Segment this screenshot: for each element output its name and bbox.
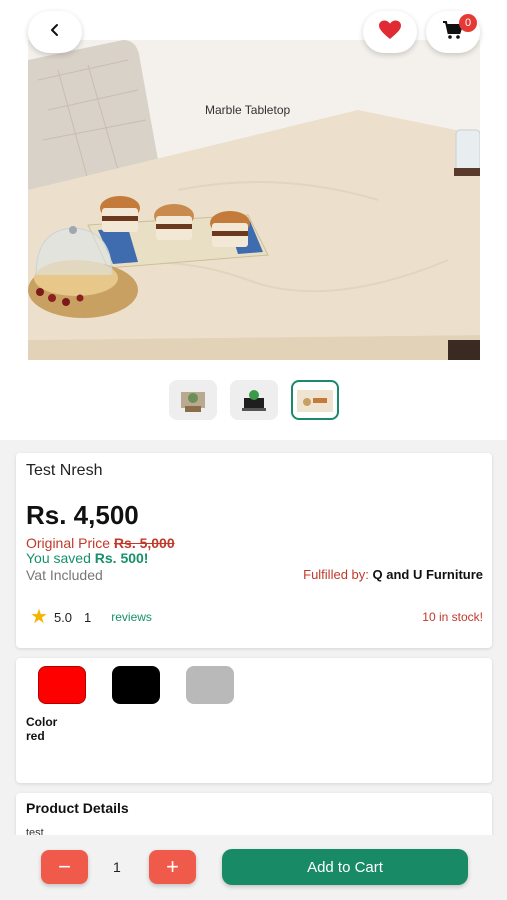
savings-amount: Rs. 500! — [94, 550, 149, 566]
savings-label: You saved — [26, 550, 95, 566]
original-price-value: Rs. 5,000 — [113, 535, 175, 551]
rating-value: 5.0 — [53, 609, 73, 625]
color-swatch-black[interactable] — [112, 666, 160, 704]
original-price-label: Original Price — [26, 535, 114, 551]
photo-caption: Marble Tabletop — [205, 103, 291, 117]
thumbnail-3[interactable] — [290, 380, 339, 420]
favorite-button[interactable] — [363, 11, 417, 53]
thumbnail-1[interactable] — [168, 380, 217, 420]
thumbnail-strip — [0, 380, 507, 420]
stock-status: 10 in stock! — [422, 610, 483, 624]
selected-color-label: Color red — [26, 715, 57, 743]
reviews-link[interactable]: reviews — [111, 610, 152, 624]
seller-name[interactable]: Q and U Furniture — [373, 567, 484, 582]
review-count: 1 — [84, 609, 92, 625]
fulfilled-by-label: Fulfilled by: — [303, 567, 373, 582]
cart-count-badge: 0 — [459, 14, 477, 32]
heart-icon — [378, 19, 402, 46]
add-to-cart-button[interactable]: Add to Cart — [222, 849, 468, 885]
decrease-quantity-button[interactable]: − — [41, 850, 88, 884]
rating-row: ★ 5.0 1 reviews — [30, 607, 152, 627]
color-swatch-grey[interactable] — [186, 666, 234, 704]
product-info-card: Test Nresh Rs. 4,500 Original Price Rs. … — [16, 453, 492, 648]
product-details-title: Product Details — [26, 800, 129, 816]
fulfilled-by: Fulfilled by: Q and U Furniture — [303, 567, 483, 582]
original-price: Original Price Rs. 5,000 — [26, 535, 175, 551]
color-label: Color — [26, 715, 58, 729]
product-name: Test Nresh — [26, 462, 103, 479]
cart-button[interactable]: 0 — [426, 11, 480, 53]
color-selector-card: Color red — [16, 658, 492, 783]
product-image-gallery: Marble Tabletop 0 — [0, 0, 507, 440]
product-price: Rs. 4,500 — [26, 500, 139, 530]
back-button[interactable] — [28, 11, 82, 53]
bottom-action-bar: − 1 + Add to Cart — [0, 835, 507, 900]
minus-icon: − — [58, 854, 71, 879]
star-icon: ★ — [30, 606, 48, 628]
chevron-left-icon — [48, 23, 62, 42]
savings: You saved Rs. 500! — [26, 550, 148, 566]
product-photo[interactable] — [28, 40, 480, 360]
plus-icon: + — [166, 854, 179, 879]
vat-note: Vat Included — [26, 567, 103, 583]
quantity-value: 1 — [113, 859, 121, 875]
increase-quantity-button[interactable]: + — [149, 850, 196, 884]
thumbnail-2[interactable] — [229, 380, 278, 420]
color-swatch-red[interactable] — [38, 666, 86, 704]
selected-color-value: red — [26, 729, 45, 743]
